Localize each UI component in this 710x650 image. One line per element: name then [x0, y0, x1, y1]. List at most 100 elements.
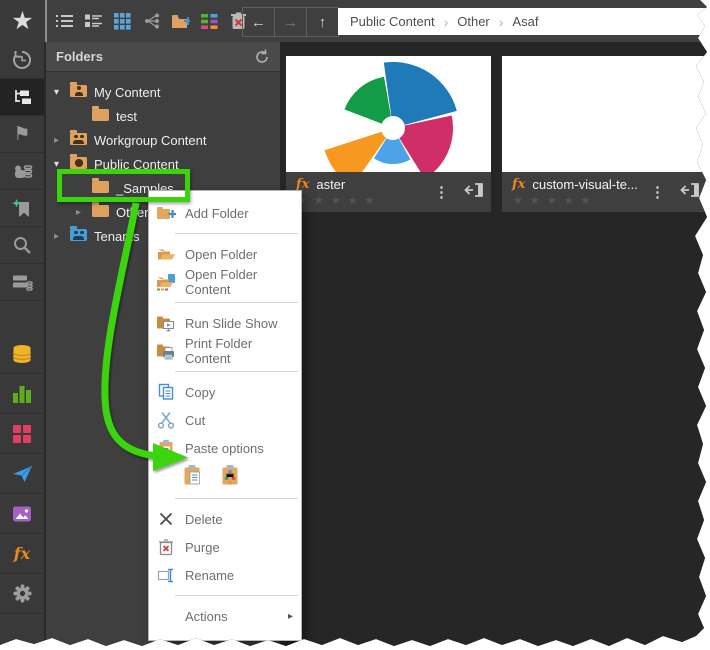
folder-icon — [92, 109, 109, 121]
nav-up-button[interactable]: ↑ — [306, 7, 339, 37]
new-folder-icon[interactable] — [171, 12, 190, 30]
sidebar-item-bookmark[interactable] — [0, 190, 44, 227]
rating-stars[interactable]: ★ ★ ★ ★ ★ — [297, 194, 430, 207]
tree-item-workgroup-content[interactable]: ▸ Workgroup Content — [46, 128, 280, 152]
fx-type-icon: fx — [512, 177, 525, 192]
gear-icon — [12, 583, 33, 604]
menu-item-label: Purge — [185, 540, 220, 555]
open-item-icon[interactable] — [679, 181, 701, 199]
list-view-icon[interactable] — [55, 12, 74, 30]
sidebar-item-server[interactable] — [0, 264, 44, 301]
menu-separator — [175, 233, 298, 234]
menu-item-label: Cut — [185, 413, 205, 428]
menu-separator — [175, 302, 298, 303]
refresh-icon[interactable] — [254, 49, 270, 65]
menu-item-label: Add Folder — [185, 206, 249, 221]
expand-arrow-icon[interactable]: ▾ — [54, 159, 70, 170]
breadcrumb-item[interactable]: Asaf — [512, 14, 538, 29]
sidebar-item-insights[interactable] — [0, 153, 44, 190]
menu-item-rename[interactable]: Rename — [149, 561, 301, 589]
collapse-arrow-icon[interactable]: ▸ — [76, 207, 92, 218]
open-folder-content-icon — [156, 272, 176, 292]
sidebar-item-model[interactable] — [0, 334, 44, 374]
sidebar-item-formulate[interactable]: fx — [0, 534, 44, 574]
open-item-icon[interactable] — [463, 181, 485, 199]
sidebar-item-present[interactable] — [0, 414, 44, 454]
hierarchy-view-icon[interactable] — [142, 12, 161, 30]
folder-label: Tenants — [94, 229, 140, 244]
tile-title: aster — [316, 177, 345, 192]
sidebar-item-publish[interactable] — [0, 454, 44, 494]
collapse-arrow-icon[interactable]: ▸ — [54, 231, 70, 242]
breadcrumb: Public Content › Other › Asaf — [338, 8, 710, 35]
menu-item-actions[interactable]: Actions ▸ — [149, 602, 301, 630]
nav-back-button[interactable]: ← — [242, 7, 275, 37]
no-icon-spacer — [156, 606, 176, 626]
breadcrumb-item[interactable]: Public Content — [350, 14, 435, 29]
folder-icon — [92, 205, 109, 217]
menu-item-open-folder-content[interactable]: Open Folder Content — [149, 268, 301, 296]
sidebar-item-discover[interactable] — [0, 374, 44, 414]
menu-item-delete[interactable]: Delete — [149, 505, 301, 533]
tile-thumbnail[interactable] — [286, 56, 491, 172]
menu-item-open-folder[interactable]: Open Folder — [149, 240, 301, 268]
tree-item-test[interactable]: ▸ test — [46, 104, 280, 128]
annotation-highlight-box — [57, 169, 190, 202]
folder-person-icon — [70, 85, 87, 97]
sidebar-item-illustrate[interactable] — [0, 494, 44, 534]
breadcrumb-item[interactable]: Other — [457, 14, 490, 29]
content-tile-aster[interactable]: fx aster ★ ★ ★ ★ ★ ⋮ — [286, 56, 491, 212]
grid-view-icon[interactable] — [113, 12, 132, 30]
favorites-star-icon[interactable]: ★ — [0, 0, 47, 42]
menu-item-run-slide-show[interactable]: Run Slide Show — [149, 309, 301, 337]
cut-icon — [156, 410, 176, 430]
run-slide-show-icon — [156, 313, 176, 333]
rating-stars[interactable]: ★ ★ ★ ★ ★ — [513, 194, 646, 207]
menu-item-purge[interactable]: Purge — [149, 533, 301, 561]
detail-view-icon[interactable] — [84, 12, 103, 30]
expand-arrow-icon[interactable]: ▾ — [54, 87, 70, 98]
paper-plane-icon — [12, 464, 33, 483]
color-list-icon[interactable] — [200, 12, 219, 30]
menu-item-paste-options[interactable]: Paste options — [149, 434, 301, 462]
folder-label: Workgroup Content — [94, 133, 207, 148]
menu-item-print-folder-content[interactable]: Print Folder Content — [149, 337, 301, 365]
sidebar-item-search[interactable] — [0, 227, 44, 264]
breadcrumb-separator: › — [444, 14, 449, 30]
sidebar-item-history[interactable] — [0, 42, 44, 79]
copy-icon — [156, 382, 176, 402]
sidebar-item-content-explorer[interactable] — [0, 79, 44, 116]
delete-icon — [156, 509, 176, 529]
menu-item-cut[interactable]: Cut — [149, 406, 301, 434]
content-area: fx aster ★ ★ ★ ★ ★ ⋮ fx custom-visual-te… — [280, 42, 710, 650]
folder-context-menu: Add Folder Open Folder Open Folder Conte… — [148, 190, 302, 641]
database-icon — [11, 344, 33, 364]
paste-item-icon[interactable] — [183, 464, 203, 491]
folder-label: My Content — [94, 85, 160, 100]
sidebar-item-admin[interactable] — [0, 574, 44, 614]
hand-insights-icon — [12, 162, 33, 181]
module-sidebar: ⚑ fx — [0, 42, 45, 650]
kebab-menu-icon[interactable]: ⋮ — [434, 183, 449, 201]
menu-item-label: Rename — [185, 568, 234, 583]
open-folder-icon — [156, 244, 176, 264]
bar-chart-icon — [11, 384, 33, 403]
kebab-menu-icon[interactable]: ⋮ — [650, 183, 665, 201]
breadcrumb-separator: › — [499, 14, 504, 30]
menu-item-label: Open Folder Content — [185, 267, 293, 297]
menu-separator — [175, 595, 298, 596]
menu-item-add-folder[interactable]: Add Folder — [149, 199, 301, 227]
add-folder-icon — [156, 203, 176, 223]
tree-item-my-content[interactable]: ▾ My Content — [46, 80, 280, 104]
tile-footer: fx custom-visual-te... ★ ★ ★ ★ ★ ⋮ — [502, 172, 707, 212]
nav-forward-button[interactable]: → — [274, 7, 307, 37]
collapse-arrow-icon[interactable]: ▸ — [54, 135, 70, 146]
folder-label: Other — [116, 205, 149, 220]
menu-item-copy[interactable]: Copy — [149, 378, 301, 406]
submenu-arrow-icon: ▸ — [288, 611, 293, 622]
sidebar-item-flag[interactable]: ⚑ — [0, 116, 44, 153]
tile-thumbnail[interactable] — [502, 56, 707, 172]
paste-hierarchy-icon[interactable] — [221, 464, 241, 491]
fx-icon: fx — [14, 544, 30, 563]
content-tile-custom-visual[interactable]: fx custom-visual-te... ★ ★ ★ ★ ★ ⋮ — [502, 56, 707, 212]
